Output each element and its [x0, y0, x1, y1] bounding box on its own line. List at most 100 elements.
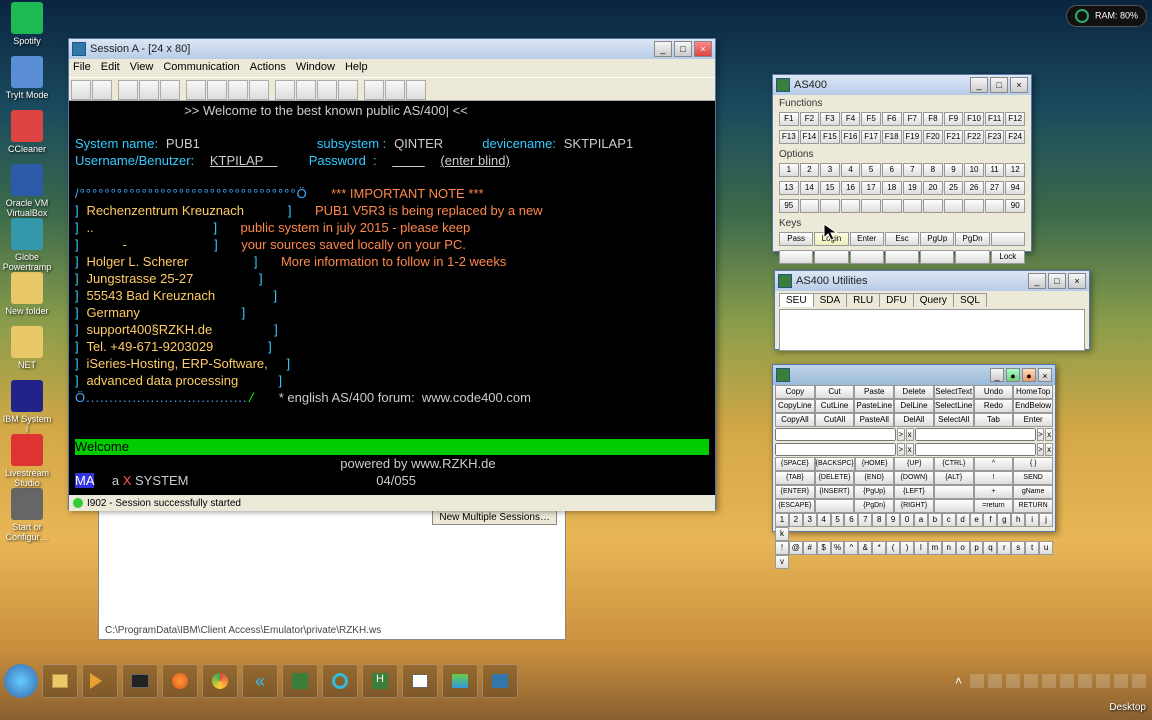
- key-17[interactable]: 17: [861, 181, 881, 195]
- key-5[interactable]: 5: [861, 163, 881, 177]
- green-button[interactable]: ●: [1006, 368, 1020, 382]
- key-F9[interactable]: F9: [944, 112, 964, 126]
- menu-help[interactable]: Help: [345, 61, 368, 73]
- key-l[interactable]: l: [914, 541, 928, 555]
- kb-send-1[interactable]: >: [897, 428, 905, 441]
- key-([interactable]: (: [886, 541, 900, 555]
- key-{HOME}[interactable]: {HOME}: [855, 457, 895, 471]
- key-18[interactable]: 18: [882, 181, 902, 195]
- key-Enter[interactable]: Enter: [850, 232, 884, 246]
- key-HomeTop[interactable]: HomeTop: [1013, 385, 1053, 399]
- key-m[interactable]: m: [928, 541, 942, 555]
- key-F4[interactable]: F4: [841, 112, 861, 126]
- key-PgUp[interactable]: PgUp: [920, 232, 954, 246]
- key-blank[interactable]: [861, 199, 881, 213]
- key-6[interactable]: 6: [882, 163, 902, 177]
- close-button[interactable]: ×: [1038, 368, 1052, 382]
- key-f[interactable]: f: [983, 513, 997, 527]
- key-SEND[interactable]: SEND: [1013, 471, 1053, 485]
- menu-view[interactable]: View: [130, 61, 154, 73]
- kb-input-1[interactable]: [775, 428, 896, 441]
- key-h[interactable]: h: [1011, 513, 1025, 527]
- key-o[interactable]: o: [956, 541, 970, 555]
- key-7[interactable]: 7: [903, 163, 923, 177]
- tab-dfu[interactable]: DFU: [879, 293, 914, 307]
- orange-button[interactable]: ●: [1022, 368, 1036, 382]
- key-{DOWN}[interactable]: {DOWN}: [894, 471, 934, 485]
- key-20[interactable]: 20: [923, 181, 943, 195]
- key-95[interactable]: 95: [779, 199, 799, 213]
- toolbar-button-6[interactable]: [207, 80, 227, 100]
- desktop-icon[interactable]: IBM System i: [2, 380, 52, 432]
- key-SelectLine[interactable]: SelectLine: [934, 399, 974, 413]
- desktop-icon[interactable]: Spotify: [2, 2, 52, 54]
- tray-icon[interactable]: [1132, 674, 1146, 688]
- tray-icon[interactable]: [1024, 674, 1038, 688]
- new-multiple-sessions-button[interactable]: New Multiple Sessions…: [432, 510, 557, 525]
- key-F1[interactable]: F1: [779, 112, 799, 126]
- tab-seu[interactable]: SEU: [779, 293, 814, 307]
- tray-icon[interactable]: [970, 674, 984, 688]
- key-blank[interactable]: [991, 232, 1025, 246]
- key-$[interactable]: $: [817, 541, 831, 555]
- key-{ESCAPE}[interactable]: {ESCAPE}: [775, 499, 815, 513]
- key-Copy[interactable]: Copy: [775, 385, 815, 399]
- key-0[interactable]: 0: [900, 513, 914, 527]
- close-button[interactable]: ×: [694, 41, 712, 57]
- key-4[interactable]: 4: [841, 163, 861, 177]
- menu-actions[interactable]: Actions: [250, 61, 286, 73]
- minimize-button[interactable]: _: [654, 41, 672, 57]
- key-8[interactable]: 8: [872, 513, 886, 527]
- desktop-icon[interactable]: Start or Configur…: [2, 488, 52, 540]
- key-4[interactable]: 4: [817, 513, 831, 527]
- toolbar-button-3[interactable]: [139, 80, 159, 100]
- key-{PgUp}[interactable]: {PgUp}: [854, 485, 894, 499]
- key-1[interactable]: 1: [779, 163, 799, 177]
- key-12[interactable]: 12: [1005, 163, 1025, 177]
- key-F13[interactable]: F13: [779, 130, 799, 144]
- key-{RIGHT}[interactable]: {RIGHT}: [894, 499, 934, 513]
- key-3[interactable]: 3: [803, 513, 817, 527]
- maximize-button[interactable]: □: [990, 77, 1008, 93]
- key-)[interactable]: ): [900, 541, 914, 555]
- tray-icon[interactable]: [1114, 674, 1128, 688]
- close-button[interactable]: ×: [1068, 273, 1086, 289]
- toolbar-button-9[interactable]: [275, 80, 295, 100]
- key-c[interactable]: c: [942, 513, 956, 527]
- key-SelectAll[interactable]: SelectAll: [934, 413, 974, 427]
- key-+[interactable]: +: [974, 485, 1014, 499]
- start-button[interactable]: [4, 664, 38, 698]
- key-{ENTER}[interactable]: {ENTER}: [775, 485, 815, 499]
- key-b[interactable]: b: [928, 513, 942, 527]
- menu-file[interactable]: File: [73, 61, 91, 73]
- key-blank[interactable]: [841, 199, 861, 213]
- key-94[interactable]: 94: [1005, 181, 1025, 195]
- key-blank[interactable]: [903, 199, 923, 213]
- key-F23[interactable]: F23: [985, 130, 1005, 144]
- key-Undo[interactable]: Undo: [974, 385, 1014, 399]
- key-blank[interactable]: [955, 250, 989, 264]
- key-5[interactable]: 5: [831, 513, 845, 527]
- key-a[interactable]: a: [914, 513, 928, 527]
- kb-x-3[interactable]: x: [906, 443, 914, 456]
- key-EndBelow[interactable]: EndBelow: [1013, 399, 1053, 413]
- key-13[interactable]: 13: [779, 181, 799, 195]
- key-PgDn[interactable]: PgDn: [955, 232, 989, 246]
- key-16[interactable]: 16: [841, 181, 861, 195]
- toolbar-button-14[interactable]: [385, 80, 405, 100]
- key-Redo[interactable]: Redo: [974, 399, 1014, 413]
- tray-icon[interactable]: [1078, 674, 1092, 688]
- key-blank[interactable]: [779, 250, 813, 264]
- show-desktop[interactable]: Desktop: [1103, 700, 1152, 720]
- key-blank[interactable]: [882, 199, 902, 213]
- key-F22[interactable]: F22: [964, 130, 984, 144]
- key-7[interactable]: 7: [858, 513, 872, 527]
- toolbar-button-15[interactable]: [406, 80, 426, 100]
- key-d[interactable]: d: [956, 513, 970, 527]
- key-PasteAll[interactable]: PasteAll: [854, 413, 894, 427]
- key-*[interactable]: *: [872, 541, 886, 555]
- tray-icon[interactable]: [1042, 674, 1056, 688]
- kb-x-4[interactable]: x: [1045, 443, 1053, 456]
- toolbar-button-4[interactable]: [160, 80, 180, 100]
- session-a-titlebar[interactable]: Session A - [24 x 80] _ □ ×: [69, 39, 715, 59]
